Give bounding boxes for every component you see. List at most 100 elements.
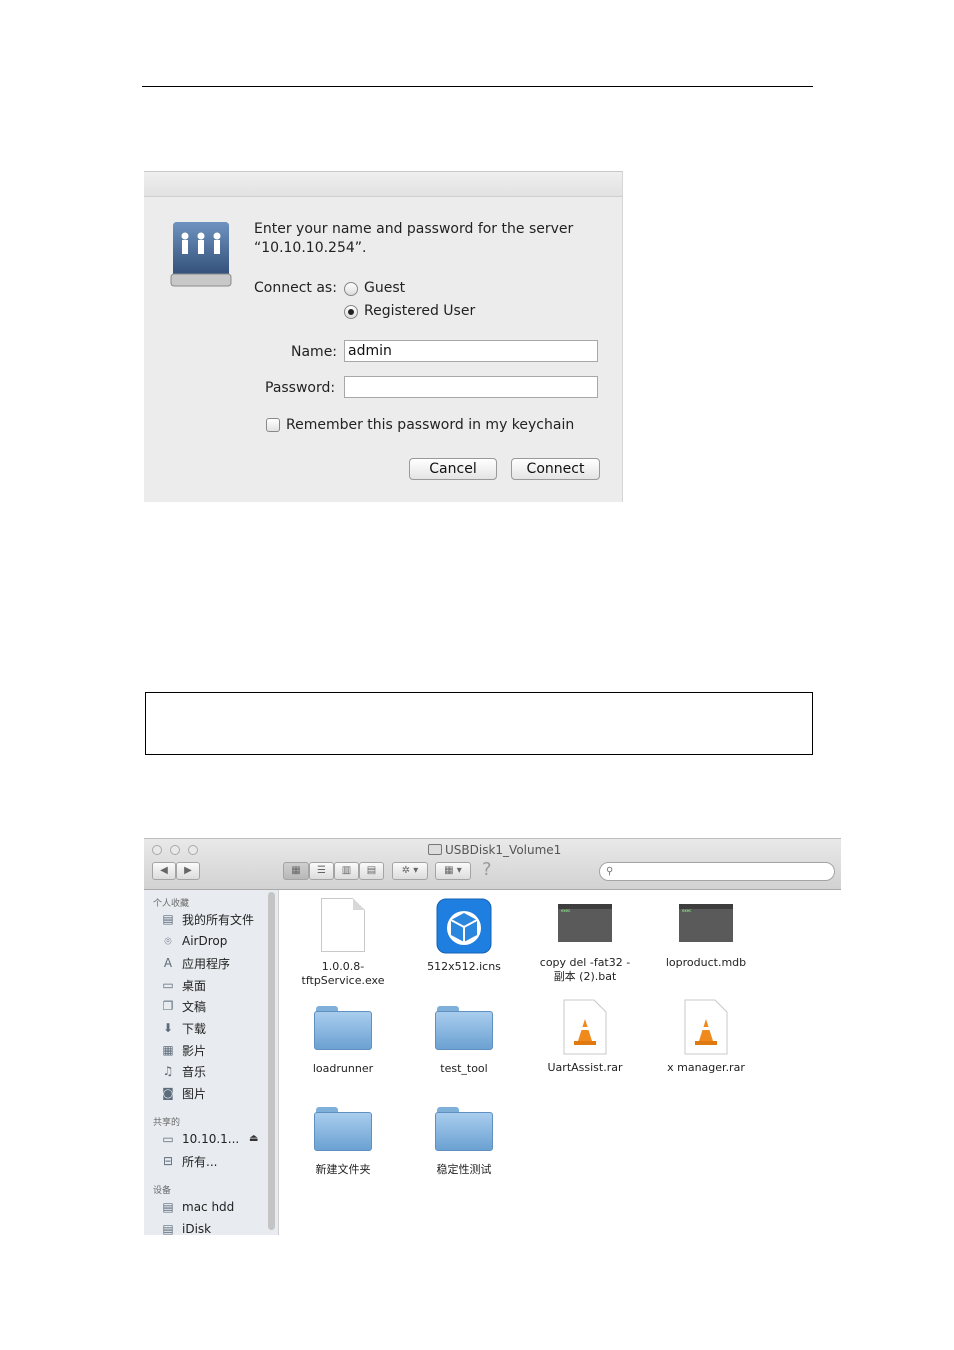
file-name-line-1: 新建文件夹: [315, 1163, 371, 1176]
action-menu-button[interactable]: ✲ ▾: [392, 862, 428, 880]
folder-icon: [435, 1006, 493, 1050]
file-item[interactable]: 512x512.icns: [409, 898, 519, 974]
sidebar-item-mac-hdd[interactable]: ▤ mac hdd: [160, 1198, 234, 1216]
file-name-line-1: loproduct.mdb: [665, 956, 747, 969]
file-name-line-2: tftpService.exe: [301, 974, 385, 987]
network-icon: ⊟: [162, 1154, 174, 1168]
sidebar-item-movies[interactable]: ▦ 影片: [160, 1041, 206, 1059]
name-label: Name:: [291, 344, 338, 360]
registered-user-radio[interactable]: [344, 305, 358, 319]
password-label: Password:: [265, 380, 336, 396]
file-item[interactable]: UartAssist.rar: [530, 999, 640, 1075]
generic-document-icon: [321, 898, 365, 952]
back-button[interactable]: ◀: [152, 862, 176, 880]
sidebar-item-desktop[interactable]: ▭ 桌面: [160, 976, 206, 994]
file-name-line-1: 512x512.icns: [427, 960, 501, 973]
file-item[interactable]: test_tool: [409, 1006, 519, 1076]
window-title: USBDisk1_Volume1: [428, 843, 561, 857]
pictures-icon: ◙: [162, 1086, 174, 1100]
eject-icon[interactable]: ⏏: [249, 1133, 258, 1144]
sidebar-item-label: AirDrop: [182, 934, 228, 948]
sidebar-item-label: 图片: [182, 1086, 207, 1101]
sidebar-item-idisk[interactable]: ▤ iDisk: [160, 1220, 211, 1235]
vlc-cone-icon: [684, 999, 728, 1055]
forward-arrow-icon: ▶: [184, 865, 192, 876]
app-cube-icon: [436, 898, 492, 954]
terminal-icon: [679, 904, 733, 942]
file-item[interactable]: 1.0.0.8- tftpService.exe: [288, 898, 398, 988]
sidebar-item-server[interactable]: ▭ 10.10.1...: [160, 1130, 239, 1148]
connect-button[interactable]: Connect: [511, 458, 600, 480]
list-view-icon: ☰: [317, 865, 326, 876]
remember-checkbox[interactable]: [266, 418, 280, 432]
remember-label[interactable]: Remember this password in my keychain: [286, 417, 574, 433]
zoom-window-icon[interactable]: [188, 845, 198, 855]
drive-icon: [428, 844, 442, 855]
devices-header: 设备: [153, 1186, 172, 1196]
sidebar-item-all-shared[interactable]: ⊟ 所有...: [160, 1152, 217, 1170]
file-name-line-1: loadrunner: [312, 1062, 374, 1075]
prompt-line-2: “10.10.10.254”.: [254, 240, 367, 256]
folder-icon: [314, 1107, 372, 1151]
close-window-icon[interactable]: [152, 845, 162, 855]
sidebar-item-airdrop[interactable]: ⌾ AirDrop: [160, 932, 227, 950]
connect-as-label: Connect as:: [254, 280, 337, 296]
file-item[interactable]: 新建文件夹: [288, 1107, 398, 1177]
dialog-titlebar: [144, 172, 622, 197]
back-arrow-icon: ◀: [160, 865, 168, 876]
guest-radio[interactable]: [344, 282, 358, 296]
sidebar-item-label: 桌面: [182, 978, 207, 993]
sidebar-item-label: 10.10.1...: [182, 1132, 240, 1146]
terminal-icon: [558, 904, 612, 942]
file-item[interactable]: copy del -fat32 - 副本 (2).bat: [530, 898, 640, 984]
sidebar-item-pictures[interactable]: ◙ 图片: [160, 1084, 206, 1102]
list-view-button[interactable]: ☰: [309, 862, 334, 880]
movies-icon: ▦: [162, 1043, 174, 1057]
file-item[interactable]: 稳定性测试: [409, 1107, 519, 1177]
arrange-menu-button[interactable]: ▦ ▾: [435, 862, 471, 880]
sidebar-item-documents[interactable]: ❐ 文稿: [160, 997, 206, 1015]
documents-icon: ❐: [162, 999, 174, 1013]
registered-user-label[interactable]: Registered User: [364, 303, 475, 319]
file-item[interactable]: loadrunner: [288, 1006, 398, 1076]
cancel-button[interactable]: Cancel: [409, 458, 497, 480]
coverflow-view-button[interactable]: ▤: [359, 862, 384, 880]
applications-icon: A: [163, 956, 173, 970]
guest-label[interactable]: Guest: [364, 280, 405, 296]
airdrop-icon: ⌾: [164, 933, 172, 948]
sidebar-item-downloads[interactable]: ⬇ 下载: [160, 1019, 206, 1037]
gear-icon: ✲ ▾: [401, 865, 419, 876]
column-view-button[interactable]: ▥: [334, 862, 359, 880]
search-input[interactable]: ⚲: [599, 862, 835, 881]
downloads-icon: ⬇: [162, 1021, 174, 1035]
disk-icon: ▤: [162, 1200, 174, 1214]
file-name-line-1: x manager.rar: [667, 1061, 745, 1074]
file-name-line-1: UartAssist.rar: [547, 1061, 623, 1074]
sidebar-item-label: mac hdd: [182, 1200, 235, 1214]
coverflow-view-icon: ▤: [366, 865, 377, 876]
sidebar-scrollbar[interactable]: [268, 892, 275, 1230]
desktop-icon: ▭: [162, 978, 174, 992]
server-icon: ▭: [162, 1132, 174, 1146]
window-title-text: USBDisk1_Volume1: [445, 843, 562, 857]
icon-view-icon: ▦: [291, 865, 301, 876]
sidebar-item-music[interactable]: ♫ 音乐: [160, 1062, 206, 1080]
arrange-icon: ▦ ▾: [444, 865, 462, 876]
name-field[interactable]: admin: [344, 340, 598, 362]
file-name-line-1: test_tool: [440, 1062, 488, 1075]
sidebar-item-all-files[interactable]: ▤ 我的所有文件: [160, 910, 254, 928]
search-icon: ⚲: [606, 866, 614, 877]
folder-icon: [435, 1107, 493, 1151]
forward-button[interactable]: ▶: [176, 862, 200, 880]
file-item[interactable]: loproduct.mdb: [651, 898, 761, 970]
network-server-icon: [170, 222, 232, 287]
empty-note-box: [145, 692, 813, 755]
sidebar-item-applications[interactable]: A 应用程序: [160, 954, 230, 972]
help-icon[interactable]: ?: [482, 859, 492, 880]
icon-view-button[interactable]: ▦: [283, 862, 309, 880]
minimize-window-icon[interactable]: [170, 845, 180, 855]
file-item[interactable]: x manager.rar: [651, 999, 761, 1075]
column-view-icon: ▥: [341, 865, 352, 876]
header-rule: [142, 86, 813, 87]
password-field[interactable]: [344, 376, 598, 398]
